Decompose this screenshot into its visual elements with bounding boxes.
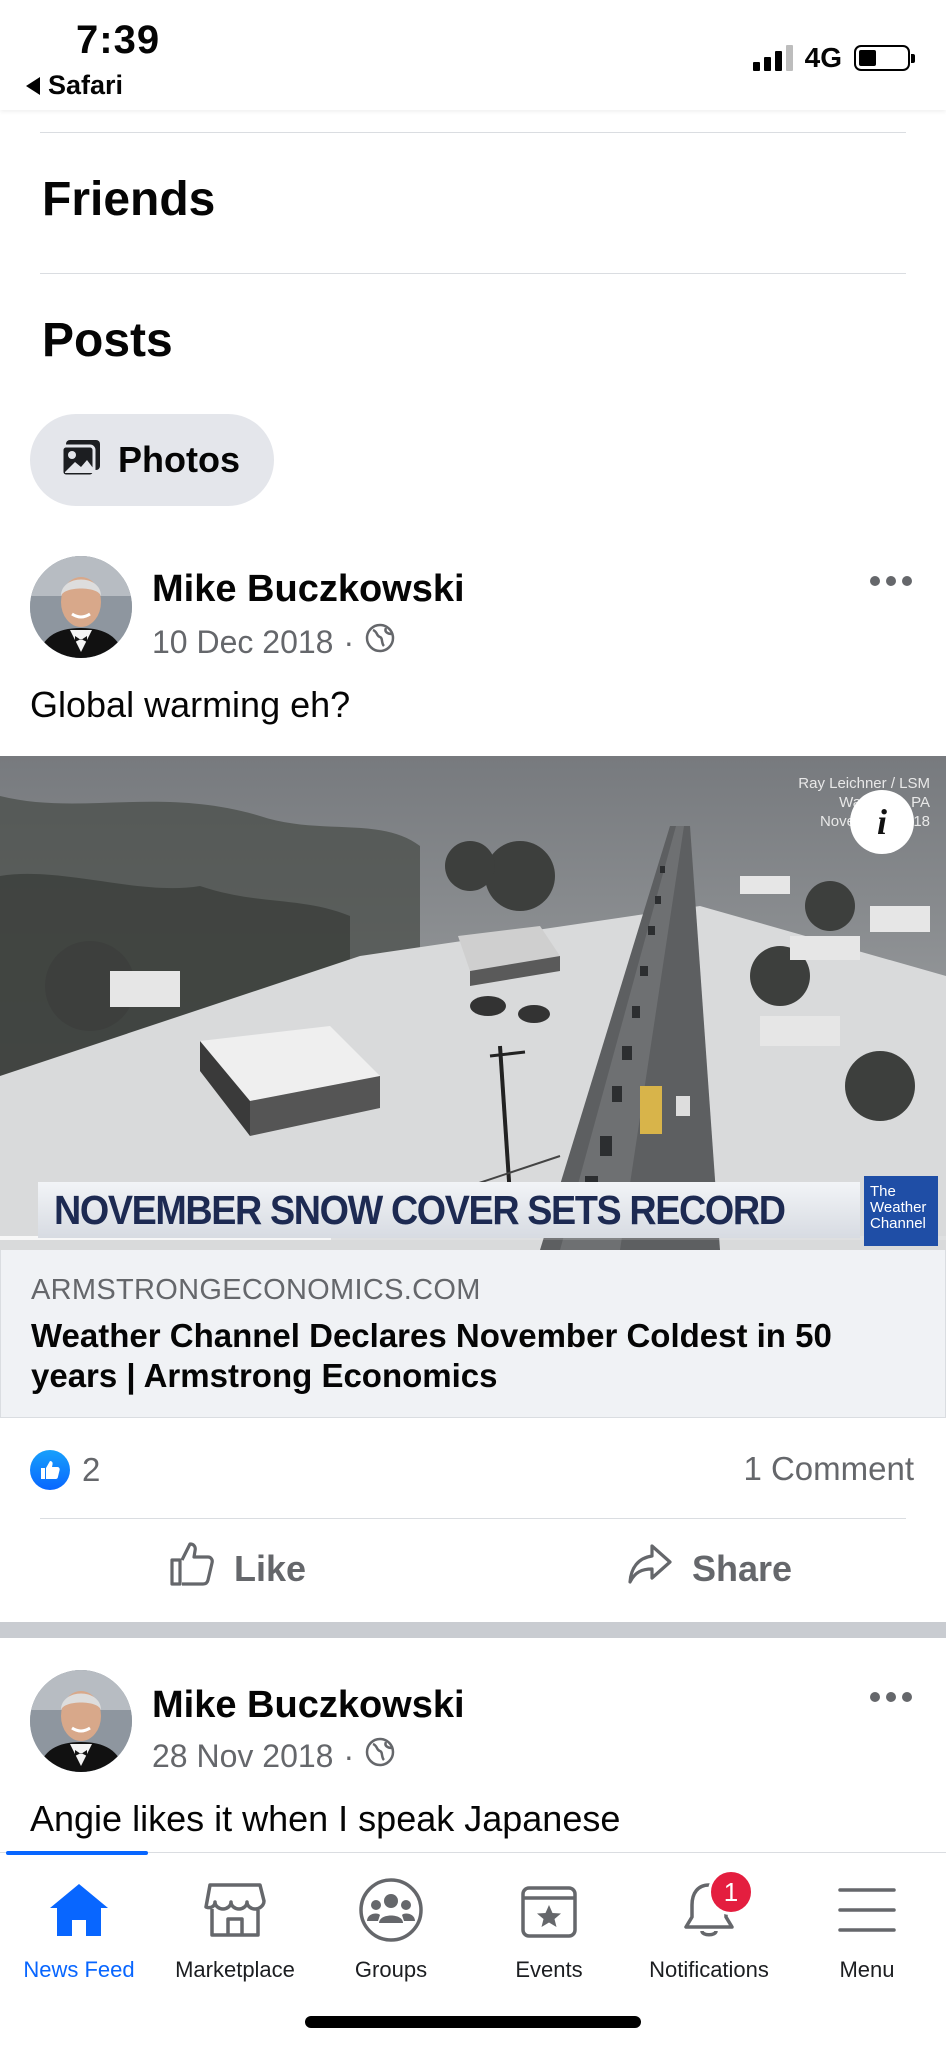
tab-groups[interactable]: Groups bbox=[312, 1853, 470, 1983]
post-author-name[interactable]: Mike Buczkowski bbox=[152, 568, 465, 611]
link-title: Weather Channel Declares November Coldes… bbox=[31, 1317, 832, 1394]
photos-filter-button[interactable]: Photos bbox=[30, 414, 274, 506]
marketplace-icon bbox=[200, 1877, 270, 1943]
tab-menu[interactable]: Menu bbox=[788, 1853, 946, 1983]
info-icon[interactable]: i bbox=[850, 790, 914, 854]
tab-label: Marketplace bbox=[175, 1957, 295, 1982]
globe-icon bbox=[364, 1736, 396, 1776]
posts-section-title: Posts bbox=[42, 314, 173, 367]
friends-section-title[interactable]: Friends bbox=[42, 172, 215, 227]
tab-label: Groups bbox=[354, 1957, 428, 1982]
weather-channel-logo: The Weather Channel bbox=[864, 1176, 938, 1246]
events-icon bbox=[514, 1877, 584, 1943]
video-headline-banner: NOVEMBER SNOW COVER SETS RECORD bbox=[38, 1182, 860, 1238]
tab-label: Notifications bbox=[649, 1957, 769, 1982]
divider bbox=[40, 132, 906, 133]
tab-label: Events bbox=[515, 1957, 583, 1982]
divider bbox=[40, 273, 906, 274]
status-bar: 7:39 Safari 4G bbox=[0, 0, 946, 110]
back-to-app-button[interactable]: Safari bbox=[26, 70, 123, 101]
battery-icon bbox=[854, 45, 915, 71]
post-date[interactable]: 10 Dec 2018 bbox=[152, 624, 333, 661]
share-button[interactable]: Share bbox=[626, 1540, 792, 1597]
divider bbox=[40, 1518, 906, 1519]
like-label: Like bbox=[234, 1547, 307, 1589]
post-author-name[interactable]: Mike Buczkowski bbox=[152, 1684, 465, 1727]
link-domain: ARMSTRONGECONOMICS.COM bbox=[31, 1274, 481, 1306]
video-headline: NOVEMBER SNOW COVER SETS RECORD bbox=[54, 1186, 786, 1233]
tab-news-feed[interactable]: News Feed bbox=[0, 1853, 158, 1983]
link-preview-card[interactable]: ARMSTRONGECONOMICS.COM Weather Channel D… bbox=[0, 1250, 946, 1418]
globe-icon bbox=[364, 622, 396, 662]
comment-count[interactable]: 1 Comment bbox=[743, 1450, 914, 1488]
reactions-summary[interactable]: 2 bbox=[30, 1450, 100, 1490]
reaction-count: 2 bbox=[82, 1451, 101, 1488]
thumbs-up-icon bbox=[168, 1540, 216, 1597]
notification-badge: 1 bbox=[708, 1869, 754, 1915]
post-text: Angie likes it when I speak Japanese bbox=[30, 1798, 621, 1839]
share-label: Share bbox=[692, 1547, 793, 1589]
post-meta: 10 Dec 2018 · bbox=[152, 622, 396, 662]
photos-filter-label: Photos bbox=[118, 439, 240, 480]
post-meta: 28 Nov 2018 · bbox=[152, 1736, 396, 1776]
tab-label: Menu bbox=[839, 1957, 895, 1982]
photos-icon bbox=[60, 438, 102, 483]
signal-icon bbox=[752, 45, 793, 71]
like-button[interactable]: Like bbox=[168, 1540, 306, 1597]
status-time: 7:39 bbox=[76, 18, 161, 62]
author-avatar[interactable] bbox=[30, 1670, 132, 1772]
status-indicators: 4G bbox=[752, 42, 915, 74]
tab-notifications[interactable]: 1 Notifications bbox=[630, 1853, 788, 1983]
groups-icon bbox=[356, 1877, 426, 1943]
author-avatar[interactable] bbox=[30, 556, 132, 658]
back-app-label: Safari bbox=[48, 70, 124, 100]
post-date[interactable]: 28 Nov 2018 bbox=[152, 1738, 333, 1775]
tab-events[interactable]: Events bbox=[470, 1853, 628, 1983]
tab-label: News Feed bbox=[23, 1957, 135, 1982]
home-icon bbox=[44, 1877, 114, 1943]
meta-separator: · bbox=[343, 1737, 355, 1774]
bell-icon: 1 bbox=[674, 1869, 754, 1943]
like-reaction-icon bbox=[30, 1450, 70, 1490]
network-type: 4G bbox=[804, 42, 842, 73]
post-separator bbox=[0, 1622, 946, 1638]
back-arrow-icon bbox=[26, 76, 40, 95]
menu-icon bbox=[832, 1877, 902, 1943]
tab-marketplace[interactable]: Marketplace bbox=[156, 1853, 314, 1983]
post-video[interactable]: Ray Leichner / LSM Wa PA Novemb 18 bbox=[0, 756, 946, 1250]
post-text: Global warming eh? bbox=[30, 684, 351, 725]
meta-separator: · bbox=[343, 623, 355, 660]
post-options-icon[interactable] bbox=[870, 1692, 912, 1702]
home-indicator bbox=[305, 2016, 641, 2028]
post-options-icon[interactable] bbox=[870, 576, 912, 586]
share-icon bbox=[626, 1540, 674, 1597]
